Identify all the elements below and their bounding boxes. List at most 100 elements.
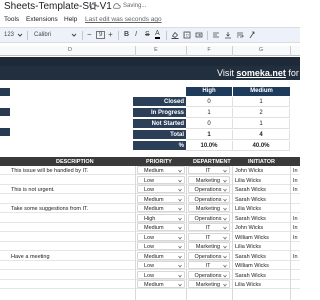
column-header-d[interactable]: D (64, 47, 76, 53)
stats-percent-medium: 40.0% (233, 141, 290, 151)
department-dropdown[interactable]: Operations (188, 213, 230, 222)
table-row[interactable]: Low Marketing Lilia Wicks (0, 242, 300, 251)
department-value: Operations (194, 196, 222, 203)
priority-dropdown[interactable]: Medium (137, 194, 185, 203)
initiator-cell[interactable]: William Wicks (235, 263, 287, 269)
priority-dropdown[interactable]: Low (137, 185, 185, 193)
chevron-down-icon (178, 188, 182, 192)
department-dropdown[interactable]: Marketing (188, 280, 230, 288)
chevron-down-icon[interactable] (70, 31, 78, 39)
column-header-f[interactable]: F (203, 47, 215, 53)
priority-dropdown[interactable]: Medium (137, 166, 185, 174)
priority-dropdown[interactable]: Low (137, 175, 185, 184)
initiator-cell[interactable]: Lilia Wicks (235, 178, 287, 184)
merge-cells-icon[interactable] (195, 31, 203, 39)
font-size-input[interactable]: 9 (96, 31, 106, 39)
promo-link[interactable]: someka.net (236, 68, 286, 78)
initiator-cell[interactable]: Lilia Wicks (235, 206, 287, 212)
borders-icon[interactable] (183, 31, 191, 39)
initiator-cell[interactable]: Sarah Wicks (235, 187, 287, 193)
initiator-cell[interactable]: Sarah Wicks (235, 273, 287, 279)
department-dropdown[interactable]: IT (188, 223, 230, 231)
table-row[interactable]: High Operations Sarah Wicks In (0, 213, 300, 223)
fill-color-icon[interactable] (171, 31, 179, 39)
status-cell[interactable]: In (293, 254, 300, 260)
department-dropdown[interactable]: Marketing (188, 204, 230, 212)
italic-button[interactable]: I (135, 31, 137, 38)
status-cell[interactable]: In (293, 178, 300, 184)
department-dropdown[interactable]: Marketing (188, 175, 230, 184)
bold-button[interactable]: B (124, 31, 129, 38)
text-wrap-icon[interactable] (236, 31, 244, 39)
department-dropdown[interactable]: Operations (188, 194, 230, 203)
initiator-cell[interactable]: Lilia Wicks (235, 282, 287, 288)
priority-dropdown[interactable]: Medium (137, 251, 185, 260)
table-row[interactable]: Low IT William Wicks In (0, 232, 300, 242)
initiator-cell[interactable]: Sarah Wicks (235, 216, 287, 222)
department-dropdown[interactable]: Operations (188, 185, 230, 193)
font-family-select[interactable]: Calibri (34, 32, 51, 38)
star-icon[interactable] (89, 2, 97, 10)
department-dropdown[interactable]: IT (188, 261, 230, 269)
department-dropdown[interactable]: IT (188, 232, 230, 241)
initiator-cell[interactable]: Sarah Wicks (235, 254, 287, 260)
department-value: Operations (194, 272, 222, 279)
status-cell[interactable]: In (293, 225, 300, 231)
status-cell[interactable]: In (293, 235, 300, 241)
description-cell[interactable]: This issue will be handled by IT. (11, 168, 133, 174)
department-value: Marketing (195, 206, 221, 212)
menu-extensions[interactable]: Extensions (26, 16, 58, 23)
priority-dropdown[interactable]: Low (137, 270, 185, 279)
initiator-cell[interactable]: Lilia Wicks (235, 244, 287, 250)
status-cell[interactable]: In (293, 216, 300, 222)
priority-dropdown[interactable]: Medium (137, 280, 185, 288)
department-dropdown[interactable]: Marketing (188, 242, 230, 250)
initiator-cell[interactable]: John Wicks (235, 225, 287, 231)
priority-dropdown[interactable]: Medium (137, 223, 185, 231)
chevron-down-icon[interactable] (16, 31, 24, 39)
table-row[interactable]: This issue will be handled by IT. Medium I… (0, 166, 300, 175)
table-row[interactable]: Medium IT John Wicks In (0, 223, 300, 232)
initiator-cell[interactable]: William Wicks (235, 235, 287, 241)
description-cell[interactable]: Take some suggestions from IT. (11, 206, 133, 212)
decrease-font-size-button[interactable]: − (87, 30, 92, 39)
menu-bar: Tools Extensions Help Last edit was seco… (0, 15, 300, 26)
description-cell[interactable]: Have a meeting (11, 254, 133, 260)
table-row[interactable]: Low IT William Wicks (0, 261, 300, 270)
description-cell[interactable]: This is not urgent. (11, 187, 133, 193)
menu-tools[interactable]: Tools (4, 16, 19, 23)
text-rotation-icon[interactable] (248, 31, 256, 39)
menu-help[interactable]: Help (64, 16, 77, 23)
department-dropdown[interactable]: IT (188, 166, 230, 174)
status-cell[interactable]: In (293, 168, 300, 174)
table-row[interactable]: This is not urgent. Low Operations Sarah Wi… (0, 185, 300, 194)
status-cell[interactable]: In (293, 187, 300, 193)
promo-prefix: Visit (217, 68, 237, 78)
initiator-cell[interactable]: Sarah Wicks (235, 197, 287, 203)
priority-dropdown[interactable]: Low (137, 261, 185, 269)
priority-dropdown[interactable]: Low (137, 232, 185, 241)
vertical-align-icon[interactable] (224, 31, 232, 39)
table-row[interactable]: Have a meeting Medium Operations Sarah Wick… (0, 251, 300, 261)
text-color-button[interactable]: A (155, 30, 160, 39)
number-format-button[interactable]: 123 (4, 32, 14, 38)
table-row[interactable]: Medium Operations Sarah Wicks (0, 194, 300, 204)
table-row[interactable]: Medium Marketing Lilia Wicks (0, 280, 300, 289)
department-value: Operations (194, 187, 222, 193)
table-row[interactable]: Low Marketing Lilia Wicks In (0, 175, 300, 185)
table-row[interactable]: Take some suggestions from IT. Medium Mark… (0, 204, 300, 213)
department-dropdown[interactable]: Operations (188, 251, 230, 260)
column-header-e[interactable]: E (150, 47, 162, 53)
priority-dropdown[interactable]: High (137, 213, 185, 222)
initiator-cell[interactable]: John Wicks (235, 168, 287, 174)
table-row[interactable]: Low Operations Sarah Wicks (0, 270, 300, 280)
align-left-icon[interactable] (212, 31, 220, 39)
priority-dropdown[interactable]: Medium (137, 204, 185, 212)
chevron-down-icon (178, 226, 182, 230)
increase-font-size-button[interactable]: + (108, 30, 113, 39)
strikethrough-button[interactable]: S (145, 31, 150, 38)
column-header-g[interactable]: G (255, 47, 267, 53)
department-dropdown[interactable]: Operations (188, 270, 230, 279)
priority-dropdown[interactable]: Low (137, 242, 185, 250)
last-edit-link[interactable]: Last edit was seconds ago (85, 16, 162, 23)
